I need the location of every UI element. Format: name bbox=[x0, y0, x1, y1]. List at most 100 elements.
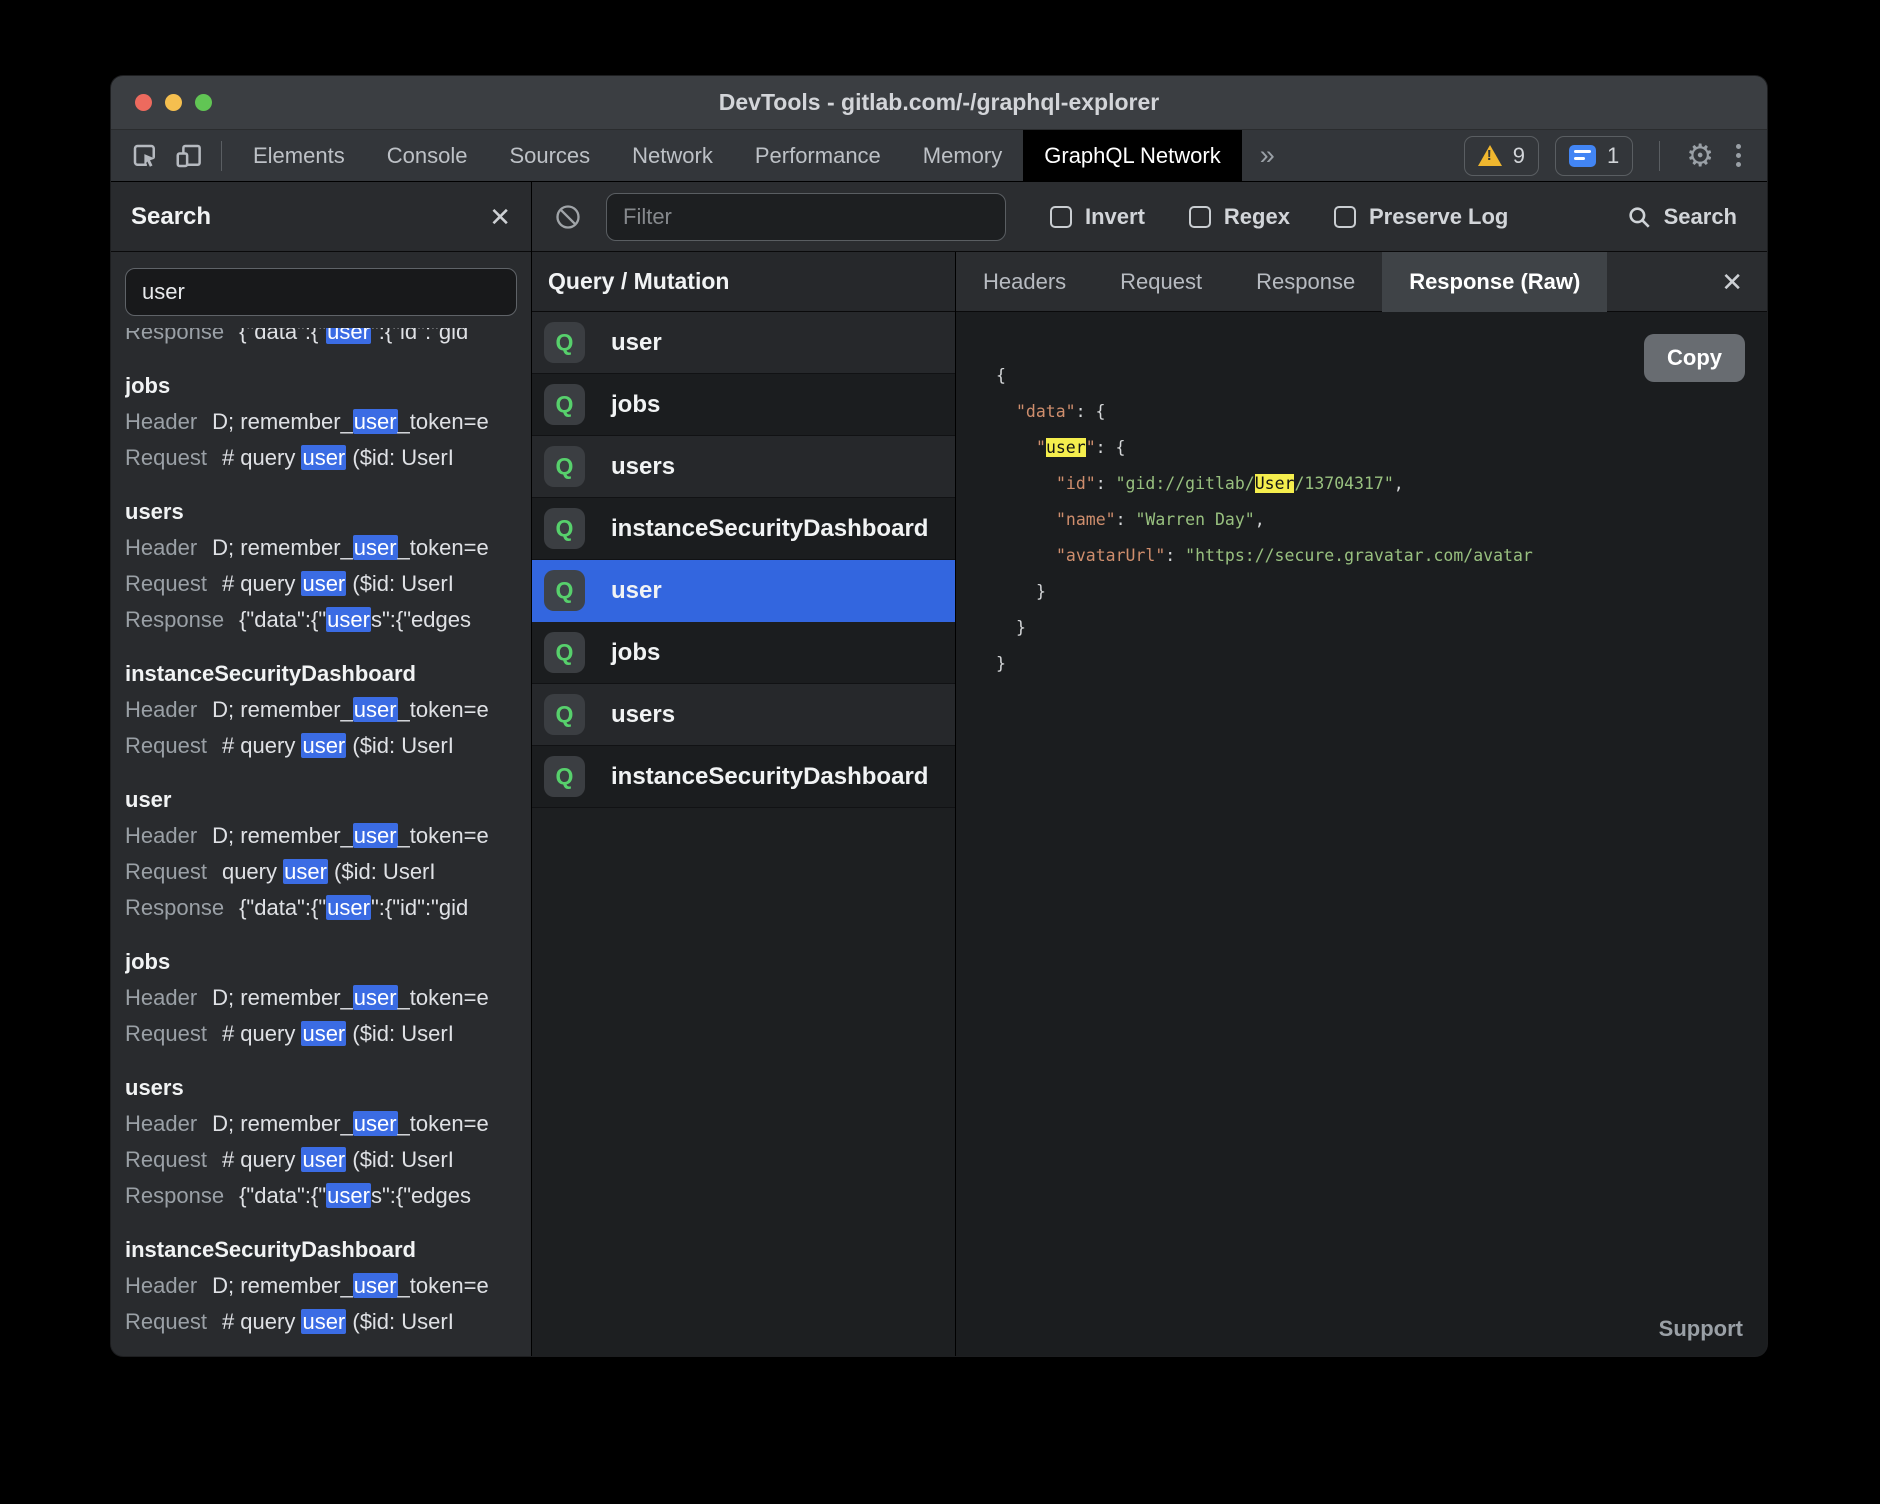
match-highlight: user bbox=[301, 1021, 346, 1046]
search-result-heading[interactable]: users bbox=[125, 494, 517, 530]
detail-tab-strip: HeadersRequestResponseResponse (Raw) bbox=[956, 252, 1607, 312]
close-detail-icon[interactable]: ✕ bbox=[1721, 269, 1743, 295]
lower-panels: Query / Mutation QuserQjobsQusersQinstan… bbox=[532, 252, 1767, 1356]
result-row-label: Response bbox=[125, 895, 224, 920]
json-match-highlight: User bbox=[1255, 474, 1295, 493]
checkbox-label: Invert bbox=[1085, 204, 1145, 230]
inspect-element-icon[interactable] bbox=[123, 134, 167, 178]
filter-bar: Invert Regex Preserve Log Search bbox=[532, 182, 1767, 252]
result-text: ":{"id":"gid bbox=[371, 328, 468, 344]
window-title: DevTools - gitlab.com/-/graphql-explorer bbox=[111, 89, 1767, 116]
detail-tab-response-raw-[interactable]: Response (Raw) bbox=[1382, 252, 1607, 312]
search-result-row[interactable]: Response{"data":{"users":{"edges bbox=[125, 1178, 517, 1214]
checkbox-preserve-log[interactable]: Preserve Log bbox=[1334, 204, 1508, 230]
search-result-row[interactable]: Request# query user ($id: UserI bbox=[125, 1016, 517, 1052]
result-text: ($id: UserI bbox=[346, 445, 454, 470]
query-list-item-user[interactable]: Quser bbox=[532, 560, 955, 622]
search-result-row[interactable]: Request# query user ($id: UserI bbox=[125, 1142, 517, 1178]
result-text: _token=e bbox=[398, 1273, 489, 1298]
search-result-row[interactable]: Request# query user ($id: UserI bbox=[125, 440, 517, 476]
devtools-tab-memory[interactable]: Memory bbox=[902, 130, 1023, 182]
search-result-row[interactable]: Request# query user ($id: UserI bbox=[125, 566, 517, 602]
match-highlight: user bbox=[326, 328, 371, 344]
detail-tab-request[interactable]: Request bbox=[1093, 252, 1229, 312]
result-text: {"data":{" bbox=[239, 1183, 326, 1208]
json-token: /13704317" bbox=[1294, 474, 1393, 493]
search-result-heading[interactable]: users bbox=[125, 1070, 517, 1106]
checkbox-regex[interactable]: Regex bbox=[1189, 204, 1290, 230]
issues-badge[interactable]: 1 bbox=[1555, 136, 1633, 176]
json-token: } bbox=[996, 654, 1006, 673]
search-result-heading[interactable]: instanceSecurityDashboard bbox=[125, 1232, 517, 1268]
detail-tab-response[interactable]: Response bbox=[1229, 252, 1382, 312]
search-result-row[interactable]: Requestquery user ($id: UserI bbox=[125, 854, 517, 890]
more-tabs-chevron-icon[interactable]: » bbox=[1242, 140, 1293, 171]
query-list-item-jobs[interactable]: Qjobs bbox=[532, 374, 955, 436]
query-list-item-users[interactable]: Qusers bbox=[532, 684, 955, 746]
devtools-tab-network[interactable]: Network bbox=[611, 130, 734, 182]
query-list-item-instancesecuritydashboard[interactable]: QinstanceSecurityDashboard bbox=[532, 746, 955, 808]
json-token: { bbox=[996, 366, 1006, 385]
match-highlight: user bbox=[353, 697, 398, 722]
search-result-row[interactable]: HeaderD; remember_user_token=e bbox=[125, 1268, 517, 1304]
devtools-tab-elements[interactable]: Elements bbox=[232, 130, 366, 182]
checkbox-invert[interactable]: Invert bbox=[1050, 204, 1145, 230]
more-options-icon[interactable] bbox=[1730, 144, 1747, 167]
result-row-label: Header bbox=[125, 985, 197, 1010]
search-result-row[interactable]: HeaderD; remember_user_token=e bbox=[125, 980, 517, 1016]
search-result-row[interactable]: HeaderD; remember_user_token=e bbox=[125, 818, 517, 854]
device-toolbar-icon[interactable] bbox=[167, 134, 211, 178]
search-result-row[interactable]: HeaderD; remember_user_token=e bbox=[125, 1106, 517, 1142]
result-text: s":{"edges bbox=[371, 1183, 471, 1208]
clear-requests-icon[interactable] bbox=[554, 203, 582, 231]
search-result-heading[interactable]: instanceSecurityDashboard bbox=[125, 656, 517, 692]
json-token: { bbox=[1116, 438, 1126, 457]
filter-input[interactable] bbox=[606, 193, 1006, 241]
json-token: "name" bbox=[1056, 510, 1116, 529]
detail-tab-headers[interactable]: Headers bbox=[956, 252, 1093, 312]
json-token: : bbox=[1165, 546, 1185, 565]
search-result-heading[interactable]: jobs bbox=[125, 944, 517, 980]
query-list-item-user[interactable]: Quser bbox=[532, 312, 955, 374]
search-result-heading[interactable]: user bbox=[125, 782, 517, 818]
search-tool-button[interactable]: Search bbox=[1626, 204, 1737, 230]
result-text: _token=e bbox=[398, 1111, 489, 1136]
query-item-label: user bbox=[611, 329, 662, 357]
query-list-item-instancesecuritydashboard[interactable]: QinstanceSecurityDashboard bbox=[532, 498, 955, 560]
result-row-label: Request bbox=[125, 445, 207, 470]
json-token: } bbox=[1036, 582, 1046, 601]
settings-gear-icon[interactable]: ⚙ bbox=[1686, 140, 1714, 171]
search-result-row[interactable]: Response{"data":{"user":{"id":"gid bbox=[125, 328, 517, 350]
search-result-row[interactable]: Response{"data":{"user":{"id":"gid bbox=[125, 890, 517, 926]
result-text: D; remember_ bbox=[212, 697, 353, 722]
result-row-label: Header bbox=[125, 535, 197, 560]
query-list-item-jobs[interactable]: Qjobs bbox=[532, 622, 955, 684]
search-result-row[interactable]: Request# query user ($id: UserI bbox=[125, 728, 517, 764]
search-input[interactable] bbox=[125, 268, 517, 316]
result-row-label: Response bbox=[125, 607, 224, 632]
search-result-row[interactable]: HeaderD; remember_user_token=e bbox=[125, 404, 517, 440]
close-search-icon[interactable]: ✕ bbox=[489, 204, 511, 230]
result-text: _token=e bbox=[398, 697, 489, 722]
json-token: "https://secure.gravatar.com/avatar bbox=[1185, 546, 1533, 565]
match-highlight: user bbox=[353, 1111, 398, 1136]
support-link[interactable]: Support bbox=[1659, 1316, 1743, 1342]
search-result-row[interactable]: HeaderD; remember_user_token=e bbox=[125, 530, 517, 566]
json-token: " bbox=[1086, 438, 1096, 457]
warnings-badge[interactable]: 9 bbox=[1464, 136, 1539, 176]
devtools-tab-console[interactable]: Console bbox=[366, 130, 489, 182]
query-item-label: instanceSecurityDashboard bbox=[611, 515, 928, 543]
devtools-tab-strip: ElementsConsoleSourcesNetworkPerformance… bbox=[232, 130, 1242, 182]
right-region: InvertRegexPreserve Log Search Query / M… bbox=[532, 182, 1767, 1356]
search-result-heading[interactable]: jobs bbox=[125, 368, 517, 404]
devtools-tab-sources[interactable]: Sources bbox=[488, 130, 611, 182]
search-result-row[interactable]: Request# query user ($id: UserI bbox=[125, 1304, 517, 1340]
devtools-tab-performance[interactable]: Performance bbox=[734, 130, 902, 182]
search-result-row[interactable]: Response{"data":{"users":{"edges bbox=[125, 602, 517, 638]
result-text: # query bbox=[222, 571, 302, 596]
json-token: "id" bbox=[1056, 474, 1096, 493]
query-type-icon: Q bbox=[544, 570, 585, 611]
search-result-row[interactable]: HeaderD; remember_user_token=e bbox=[125, 692, 517, 728]
query-list-item-users[interactable]: Qusers bbox=[532, 436, 955, 498]
devtools-tab-graphql-network[interactable]: GraphQL Network bbox=[1023, 130, 1241, 182]
